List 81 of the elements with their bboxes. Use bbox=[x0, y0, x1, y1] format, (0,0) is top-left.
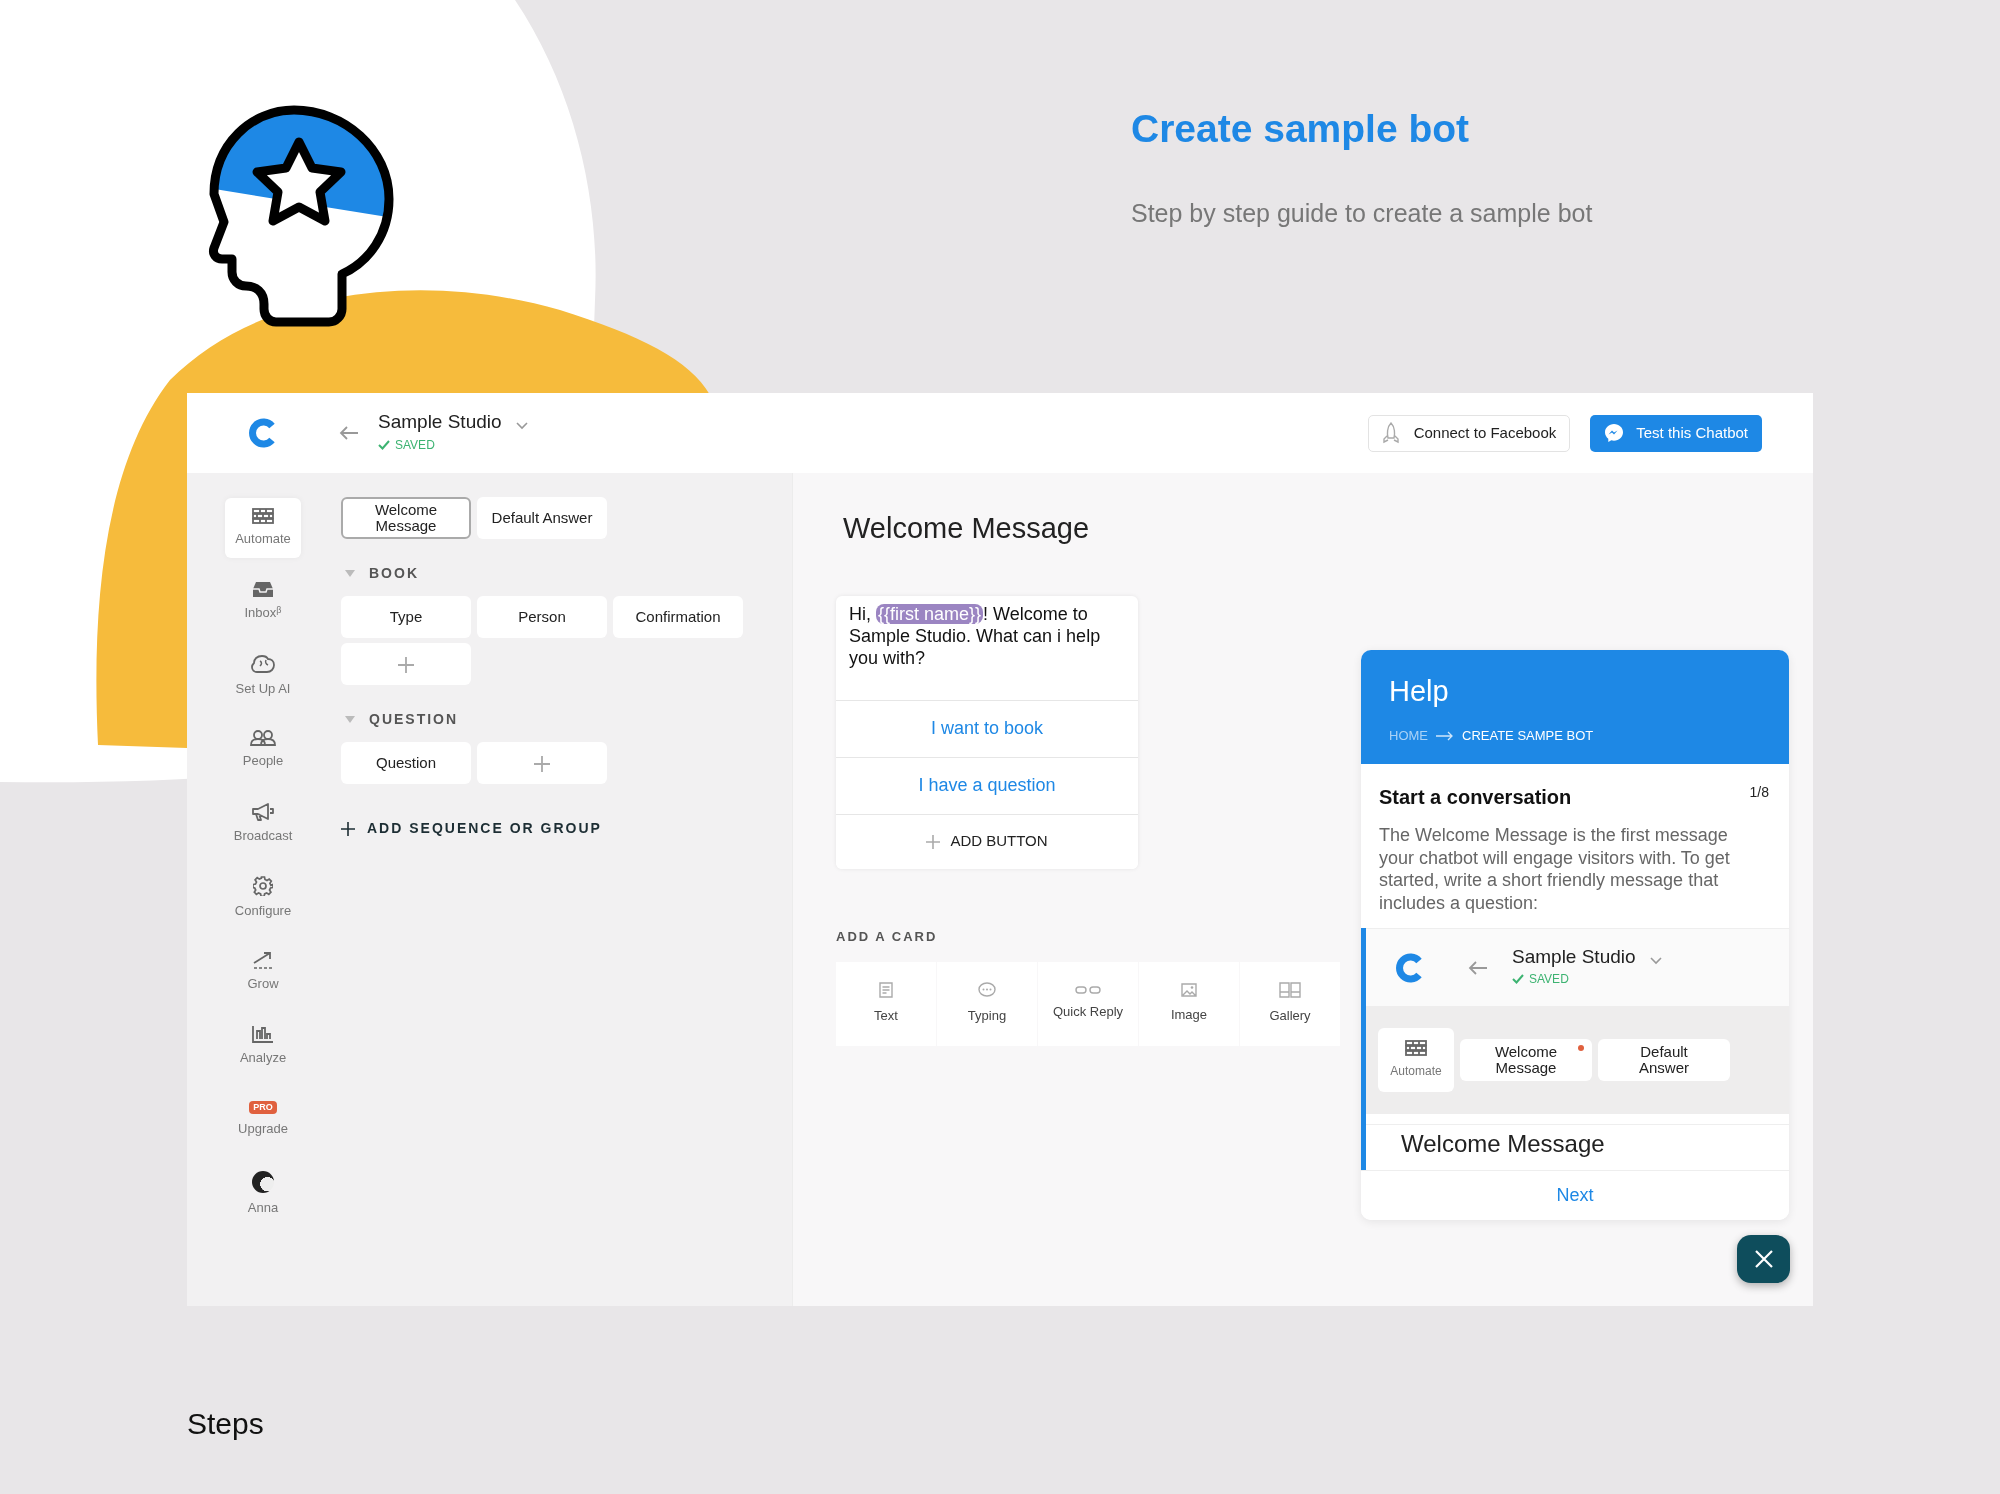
sequence-button[interactable]: Welcome Message bbox=[341, 497, 471, 539]
step-description: The Welcome Message is the first message your chatbot will engage visitors with. To get started, write a short friendly message that includes a question: bbox=[1379, 824, 1731, 914]
back-arrow-icon bbox=[1468, 960, 1488, 975]
group-title: BOOK bbox=[369, 564, 419, 583]
breadcrumb-link[interactable]: HOME bbox=[1389, 725, 1428, 746]
breadcrumb-link[interactable]: CREATE SAMPE BOT bbox=[1462, 725, 1594, 746]
bricks-icon bbox=[1405, 1040, 1427, 1056]
card-type-button[interactable]: Typing bbox=[937, 962, 1037, 1047]
text-icon bbox=[879, 982, 893, 999]
inbox-icon bbox=[252, 581, 274, 599]
plus-icon bbox=[398, 656, 414, 673]
editor-title: Welcome Message bbox=[843, 511, 1091, 546]
check-icon bbox=[378, 439, 390, 450]
check-icon bbox=[1512, 974, 1524, 985]
messenger-icon bbox=[1604, 423, 1625, 443]
help-title: Help bbox=[1389, 676, 1450, 708]
test-chatbot-button[interactable]: Test this Chatbot bbox=[1590, 414, 1762, 452]
sequence-button[interactable]: Question bbox=[341, 742, 471, 784]
bricks-icon bbox=[252, 507, 274, 524]
step-title: Start a conversation bbox=[1379, 785, 1572, 810]
step-counter: 1/8 bbox=[1749, 783, 1769, 802]
chevron-down-icon[interactable] bbox=[515, 422, 528, 430]
sidebar-item: Automate bbox=[1378, 1028, 1454, 1092]
studio-name: Sample Studio bbox=[378, 412, 502, 433]
reply-button[interactable]: I have a question bbox=[836, 757, 1138, 815]
card-type-button[interactable]: Image bbox=[1139, 962, 1239, 1047]
image-icon bbox=[1181, 983, 1197, 998]
page-title: Create sample bot bbox=[1131, 106, 1471, 152]
connect-button[interactable]: Connect to Facebook bbox=[1367, 414, 1571, 452]
avatar bbox=[252, 1170, 274, 1193]
message-text[interactable]: Hi, {{first name}}! Welcome to Sample Studio. What can i help you with? bbox=[836, 595, 1138, 701]
add-button[interactable]: ADD BUTTON bbox=[836, 814, 1138, 869]
studio-name: Sample Studio bbox=[1512, 946, 1636, 968]
brain-icon bbox=[251, 653, 275, 674]
reply-button[interactable]: I want to book bbox=[836, 700, 1138, 758]
sidebar-item[interactable]: Set Up AI bbox=[225, 646, 301, 706]
page-subtitle: Step by step guide to create a sample bot bbox=[1131, 197, 1593, 229]
megaphone-icon bbox=[252, 802, 274, 821]
sequence-button[interactable]: Person bbox=[477, 596, 607, 638]
next-button[interactable]: Next bbox=[1361, 1170, 1789, 1220]
sidebar-item[interactable]: People bbox=[225, 720, 301, 780]
back-arrow-icon[interactable] bbox=[339, 426, 359, 440]
sidebar-item[interactable]: Grow bbox=[225, 942, 301, 1002]
plus-icon bbox=[926, 834, 941, 849]
rocket-icon bbox=[1381, 422, 1400, 444]
caret-icon[interactable] bbox=[345, 716, 355, 723]
pro-badge: PRO bbox=[249, 1101, 277, 1115]
group-title: QUESTION bbox=[369, 710, 459, 729]
plus-icon bbox=[534, 755, 550, 772]
section-label: ADD A CARD bbox=[836, 927, 939, 946]
chat-bubble-icon bbox=[978, 982, 996, 999]
sidebar-item[interactable]: PRO Upgrade bbox=[225, 1090, 301, 1150]
arrow-right-icon bbox=[1436, 730, 1454, 741]
sidebar-item[interactable]: Broadcast bbox=[225, 794, 301, 854]
sidebar-item[interactable]: Anna bbox=[225, 1164, 301, 1224]
people-icon bbox=[250, 729, 276, 746]
section-heading: Steps bbox=[187, 1406, 265, 1442]
save-status: SAVED bbox=[395, 436, 435, 454]
sidebar-item[interactable]: Analyze bbox=[225, 1016, 301, 1076]
card-type-button[interactable]: Quick Reply bbox=[1038, 962, 1138, 1047]
sidebar-item[interactable]: Configure bbox=[225, 868, 301, 928]
save-status: SAVED bbox=[1529, 971, 1569, 989]
card-type-button[interactable]: Gallery bbox=[1240, 962, 1340, 1047]
caret-icon[interactable] bbox=[345, 570, 355, 577]
plus-icon bbox=[341, 821, 355, 836]
preview-heading: Welcome Message bbox=[1366, 1124, 1789, 1159]
gallery-icon bbox=[1279, 982, 1301, 999]
chevron-down-icon bbox=[1649, 956, 1662, 965]
pill-pair-icon bbox=[1075, 986, 1101, 995]
sidebar-item[interactable]: Inbox$^{β}$ bbox=[225, 572, 301, 632]
sequence-button[interactable]: Default Answer bbox=[477, 497, 607, 539]
trend-icon bbox=[252, 950, 274, 969]
sequence-button[interactable]: Confirmation bbox=[613, 596, 743, 638]
close-icon bbox=[1753, 1249, 1774, 1269]
add-group-link[interactable]: ADD SEQUENCE OR GROUP bbox=[341, 818, 602, 839]
bar-chart-icon bbox=[252, 1024, 274, 1043]
sidebar-item[interactable]: Automate bbox=[225, 498, 301, 558]
settings-icon bbox=[253, 875, 273, 896]
sequence-button[interactable]: Type bbox=[341, 596, 471, 638]
close-button[interactable] bbox=[1737, 1235, 1790, 1283]
card-type-button[interactable]: Text bbox=[836, 962, 936, 1047]
